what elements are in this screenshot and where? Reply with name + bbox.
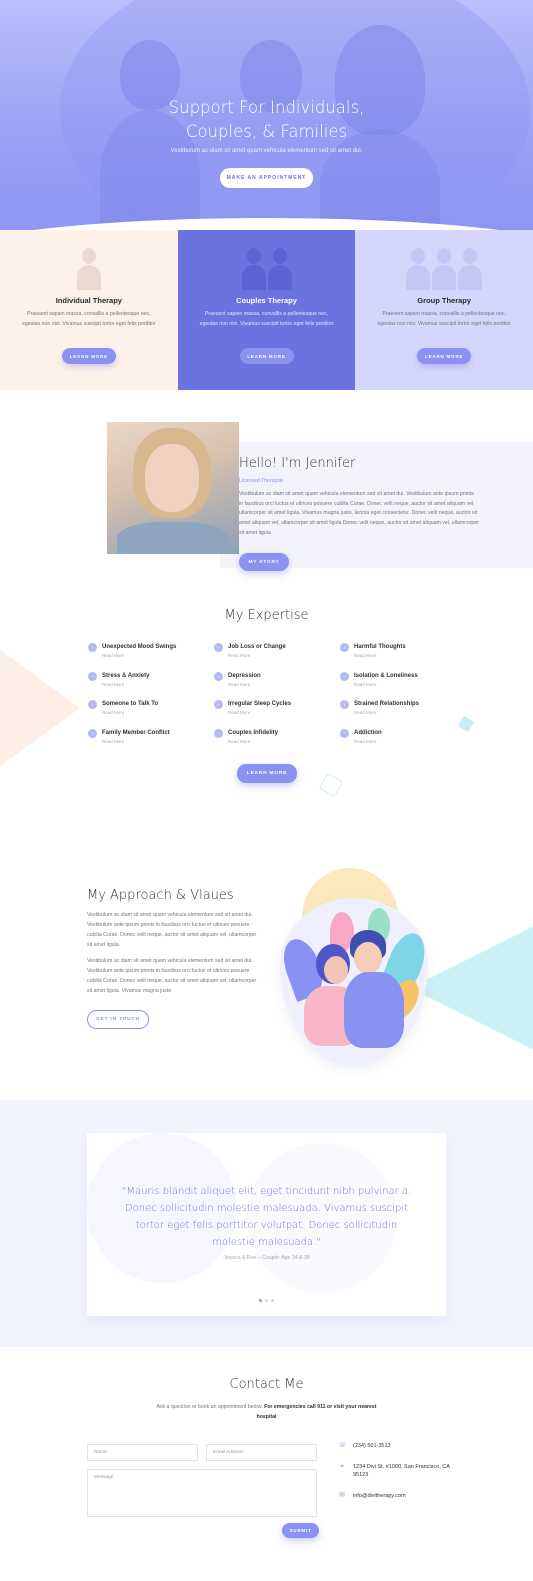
testimonial-card: "Mauris blandit aliquet elit, eget tinci… xyxy=(87,1133,446,1316)
make-appointment-button[interactable]: MAKE AN APPOINTMENT xyxy=(220,168,313,188)
read-more-link[interactable]: Read More xyxy=(354,738,448,745)
chevron-right-icon: › xyxy=(88,728,97,738)
service-card-individual: Individual Therapy Praesent sapien massa… xyxy=(0,230,178,390)
chevron-right-icon: › xyxy=(88,643,97,652)
service-text: Praesent sapien massa, convallis a pelle… xyxy=(377,311,512,327)
expertise-item: › Unexpected Mood Swings Read More xyxy=(88,643,214,662)
learn-more-button[interactable]: LEARN MORE xyxy=(239,348,294,364)
read-more-link[interactable]: Read More xyxy=(102,652,214,659)
expertise-item: › Strained Relationships Read More xyxy=(340,700,448,719)
decorative-square xyxy=(457,715,475,733)
message-field[interactable]: Message xyxy=(87,1469,317,1517)
expertise-item: › Isolation & Loneliness Read More xyxy=(340,671,448,691)
couple-icon xyxy=(178,248,356,290)
chevron-right-icon: › xyxy=(88,700,97,709)
chevron-right-icon: › xyxy=(214,643,223,652)
approach-paragraph-1: Vestibulum ac diam sit amet quam vehicul… xyxy=(87,912,257,948)
read-more-link[interactable]: Read More xyxy=(228,738,340,745)
about-title: Hello! I'm Jennifer xyxy=(239,456,356,471)
services-section: Individual Therapy Praesent sapien massa… xyxy=(0,230,533,390)
testimonial-quote: "Mauris blandit aliquet elit, eget tinci… xyxy=(121,1186,412,1248)
chevron-right-icon: › xyxy=(214,671,223,681)
read-more-link[interactable]: Read More xyxy=(354,652,448,659)
chevron-right-icon: › xyxy=(340,728,349,738)
read-more-link[interactable]: Read More xyxy=(228,709,340,716)
couple-illustration xyxy=(276,868,432,1068)
read-more-link[interactable]: Read More xyxy=(228,652,340,659)
man-face-shape xyxy=(354,942,382,974)
group-icon xyxy=(355,248,533,290)
service-card-group: Group Therapy Praesent sapien massa, con… xyxy=(355,230,533,390)
individual-icon xyxy=(0,248,178,290)
service-text: Praesent sapien massa, convallis a pelle… xyxy=(21,311,156,327)
expertise-item: › Stress & Anxiety Read More xyxy=(88,671,214,691)
location-pin-icon: ⌖ xyxy=(340,1463,344,1470)
email-field[interactable]: Email Address xyxy=(206,1444,317,1461)
service-title: Individual Therapy xyxy=(55,296,122,305)
read-more-link[interactable]: Read More xyxy=(102,709,214,716)
slider-dot[interactable] xyxy=(259,1299,262,1302)
read-more-link[interactable]: Read More xyxy=(228,681,340,688)
chevron-right-icon: › xyxy=(214,700,223,709)
expertise-item: › Couples Infidelity Read More xyxy=(214,728,340,748)
man-body-shape xyxy=(344,972,404,1048)
expertise-item: › Irregular Sleep Cycles Read More xyxy=(214,700,340,719)
woman-face-shape xyxy=(324,956,348,984)
expertise-item: › Someone to Talk To Read More xyxy=(88,700,214,719)
decorative-triangle xyxy=(0,628,80,788)
contact-intro: Ask a question or book an appointment be… xyxy=(156,1404,377,1420)
contact-email: ✉ info@divitherapy.com xyxy=(339,1492,406,1499)
hero-subtitle: Vestibulum ac diam sit amet quam vehicul… xyxy=(170,148,363,154)
name-field[interactable]: Name xyxy=(87,1444,198,1461)
expertise-item: › Addiction Read More xyxy=(340,728,448,748)
chevron-right-icon: › xyxy=(340,643,349,652)
contact-address: ⌖ 1234 Divi St. #1000, San Francisco, CA… xyxy=(338,1463,458,1479)
hero-title: Support For Individuals, Couples, & Fami… xyxy=(168,98,365,141)
chevron-right-icon: › xyxy=(340,671,349,681)
learn-more-button[interactable]: LEARN MORE xyxy=(61,348,116,364)
phone-icon: ☏ xyxy=(338,1442,347,1449)
testimonial-section: "Mauris blandit aliquet elit, eget tinci… xyxy=(0,1100,533,1347)
contact-title: Contact Me xyxy=(229,1377,304,1392)
chevron-right-icon: › xyxy=(88,671,97,681)
hero-section: Support For Individuals, Couples, & Fami… xyxy=(0,0,533,240)
about-role: Licensed Therapist xyxy=(239,478,283,484)
service-title: Group Therapy xyxy=(417,296,472,305)
learn-more-button[interactable]: LEARN MORE xyxy=(417,348,472,364)
expertise-list: › Unexpected Mood Swings Read More › Job Lo… xyxy=(88,643,448,748)
about-bio: Vestibulum ac diam sit amet quam vehicul… xyxy=(239,491,479,536)
contact-section: Contact Me Ask a question or book an app… xyxy=(0,1347,533,1571)
slider-dot[interactable] xyxy=(265,1299,268,1302)
read-more-link[interactable]: Read More xyxy=(354,681,448,688)
about-section: Hello! I'm Jennifer Licensed Therapist V… xyxy=(0,390,533,588)
slider-dot[interactable] xyxy=(271,1299,274,1302)
chevron-right-icon: › xyxy=(214,728,223,738)
envelope-icon: ✉ xyxy=(339,1492,345,1499)
approach-title: My Approach & Vlaues xyxy=(87,888,234,903)
read-more-link[interactable]: Read More xyxy=(102,681,214,688)
service-text: Praesent sapien massa, convallis a pelle… xyxy=(199,311,334,327)
expertise-title: My Expertise xyxy=(224,608,309,623)
decorative-square-outline xyxy=(318,772,344,798)
service-title: Couples Therapy xyxy=(236,296,297,305)
expertise-section: My Expertise › Unexpected Mood Swings Read… xyxy=(0,588,533,828)
therapist-photo xyxy=(107,422,239,554)
my-story-button[interactable]: MY STORY xyxy=(239,553,289,571)
read-more-link[interactable]: Read More xyxy=(102,738,214,745)
slider-dots xyxy=(87,1299,446,1302)
submit-button[interactable]: SUBMIT xyxy=(282,1523,319,1538)
get-in-touch-button[interactable]: GET IN TOUCH xyxy=(87,1010,149,1029)
expertise-item: › Family Member Conflict Read More xyxy=(88,728,214,748)
expertise-learn-more-button[interactable]: LEARN MORE xyxy=(237,764,297,783)
expertise-item: › Harmful Thoughts Read More xyxy=(340,643,448,662)
service-card-couples: Couples Therapy Praesent sapien massa, c… xyxy=(177,230,356,390)
approach-paragraph-2: Vestibulum ac diam sit amet quam vehicul… xyxy=(87,958,257,994)
approach-section: My Approach & Vlaues Vestibulum ac diam … xyxy=(0,828,533,1100)
chevron-right-icon: › xyxy=(340,700,349,709)
expertise-item: › Depression Read More xyxy=(214,671,340,691)
contact-phone: ☏ (234) 501-3513 xyxy=(338,1442,391,1449)
expertise-item: › Job Loss or Change Read More xyxy=(214,643,340,662)
read-more-link[interactable]: Read More xyxy=(354,709,448,716)
testimonial-author: Jessica & Ron – Couple: Age 34 & 38 xyxy=(223,1255,310,1261)
